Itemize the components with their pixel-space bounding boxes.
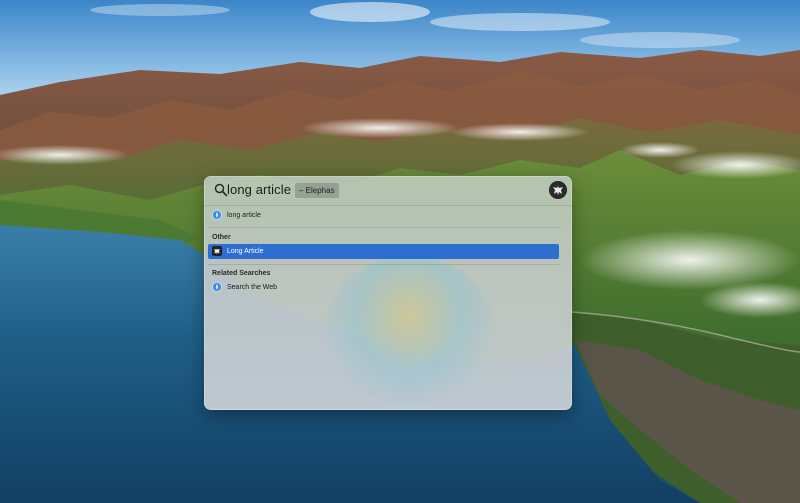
list-item-label: Long Article [227,248,264,255]
safari-compass-icon [212,210,222,220]
magnifying-glass-icon [214,183,228,197]
search-suggestion-chip[interactable]: – Elephas [295,183,339,198]
divider [208,227,559,228]
list-item-search-the-web[interactable]: Search the Web [208,280,559,295]
elephas-app-icon [212,246,222,256]
desktop: long article – Elephas long article Othe… [0,0,800,503]
search-input[interactable]: long article [227,182,291,197]
section-header-other: Other [212,234,231,241]
divider [208,264,559,265]
search-bar[interactable]: long article – Elephas [204,176,572,206]
section-header-related-searches: Related Searches [212,270,271,277]
elephas-app-icon[interactable] [549,181,567,199]
top-hit-label: long article [227,212,261,219]
list-item-long-article[interactable]: Long Article [208,244,559,259]
spotlight-panel: long article – Elephas long article Othe… [204,176,572,410]
list-item-top-hit[interactable]: long article [208,208,559,223]
safari-compass-icon [212,282,222,292]
panel-glow [324,256,494,406]
list-item-label: Search the Web [227,284,278,291]
